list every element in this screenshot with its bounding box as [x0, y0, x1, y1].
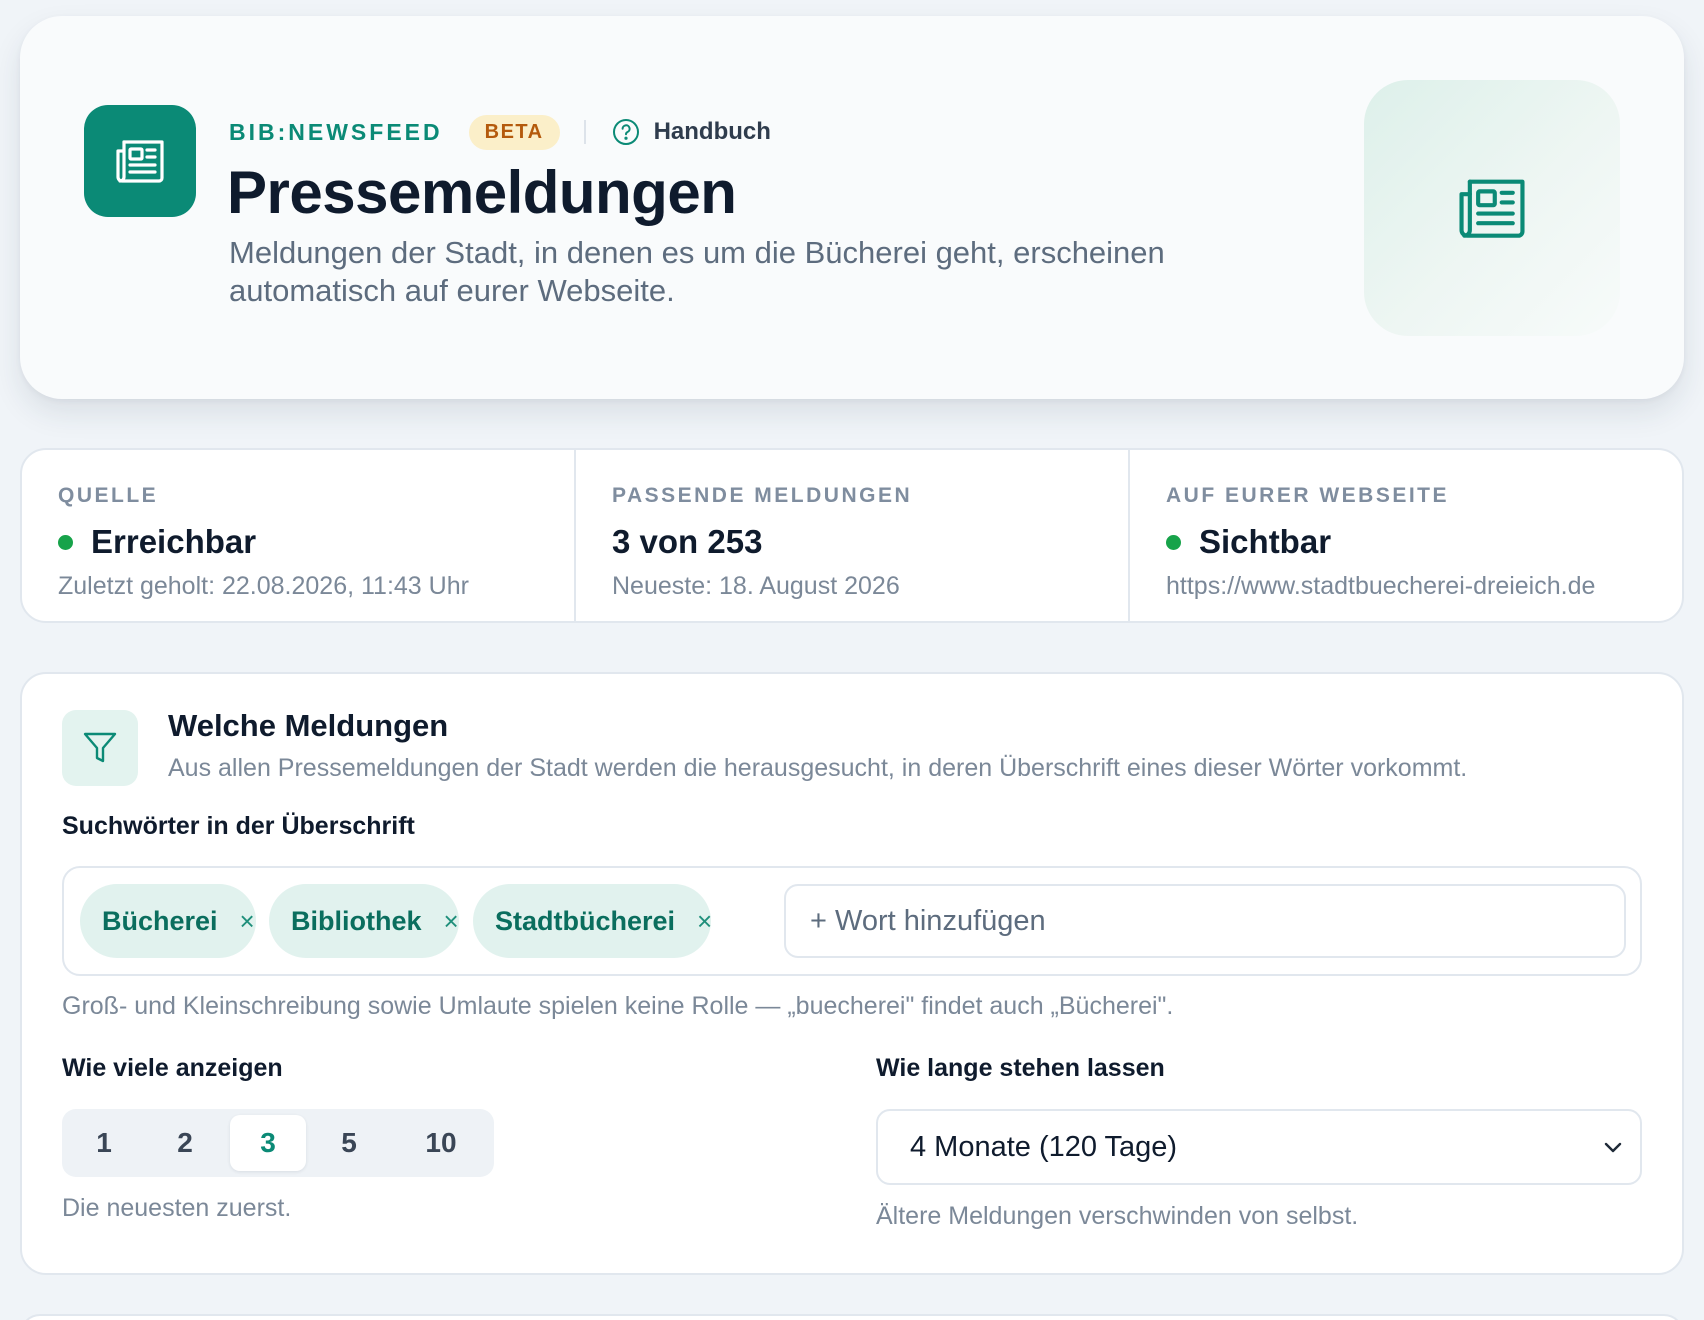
status-dot	[58, 534, 73, 550]
count-option-2[interactable]: 2	[148, 1115, 222, 1171]
page-header: BIB:NEWSFEED BETA Handbuch Pressemeldung…	[20, 16, 1684, 399]
keyword-chip-field: Bücherei × Bibliothek × Stadtbücherei ×	[62, 866, 1642, 976]
stat-label: AUF EURER WEBSEITE	[1166, 484, 1450, 507]
stat-detail: Zuletzt geholt: 22.08.2026, 11:43 Uhr	[58, 572, 469, 600]
count-option-5[interactable]: 5	[312, 1115, 386, 1171]
header-meta: BIB:NEWSFEED BETA Handbuch	[229, 112, 771, 152]
meta-divider	[583, 120, 586, 144]
keyword-chip: Bücherei ×	[80, 884, 256, 958]
remove-keyword-icon[interactable]: ×	[444, 908, 459, 934]
page-subtitle: Meldungen der Stadt, in denen es um die …	[229, 235, 1165, 308]
count-option-10[interactable]: 10	[394, 1115, 488, 1171]
beta-badge: BETA	[468, 114, 560, 150]
newspaper-icon	[1459, 179, 1525, 238]
duration-select[interactable]: 4 Monate (120 Tage)	[876, 1109, 1642, 1185]
newspaper-icon	[116, 140, 164, 183]
count-option-1[interactable]: 1	[68, 1115, 140, 1171]
app-logo	[84, 105, 196, 217]
count-label: Wie viele anzeigen	[62, 1054, 283, 1082]
stat-detail: Neueste: 18. August 2026	[612, 572, 900, 600]
keyword-chip-label: Bücherei	[102, 905, 218, 936]
keywords-hint: Groß- und Kleinschreibung sowie Umlaute …	[62, 992, 1174, 1020]
count-option-3[interactable]: 3	[230, 1115, 306, 1171]
status-summary: QUELLE Erreichbar Zuletzt geholt: 22.08.…	[20, 448, 1684, 623]
keyword-chip: Stadtbücherei ×	[473, 884, 712, 958]
question-circle-icon	[612, 119, 639, 145]
manual-link-label: Handbuch	[653, 118, 771, 145]
website-url[interactable]: https://www.stadtbuecherei-dreieich.de	[1166, 572, 1682, 601]
stat-value: Sichtbar	[1166, 522, 1682, 562]
count-selector: 1 2 3 5 10	[62, 1109, 494, 1177]
remove-keyword-icon[interactable]: ×	[697, 908, 712, 934]
filter-icon	[83, 732, 117, 763]
duration-label: Wie lange stehen lassen	[876, 1054, 1165, 1082]
keyword-chip-label: Stadtbücherei	[495, 905, 676, 936]
filter-settings-card: Welche Meldungen Aus allen Pressemeldung…	[20, 672, 1684, 1275]
stat-value-text: 3 von 253	[612, 523, 763, 560]
add-keyword-input[interactable]	[784, 884, 1626, 958]
stat-value: Erreichbar	[58, 522, 574, 562]
duration-value: 4 Monate (120 Tage)	[910, 1130, 1178, 1163]
stat-source: QUELLE Erreichbar Zuletzt geholt: 22.08.…	[22, 450, 574, 621]
duration-hint: Ältere Meldungen verschwinden von selbst…	[876, 1202, 1359, 1230]
stat-matching: PASSENDE MELDUNGEN 3 von 253 Neueste: 18…	[574, 450, 1128, 621]
keyword-chip: Bibliothek ×	[269, 884, 459, 958]
hero-illustration	[1364, 80, 1620, 336]
section-title: Welche Meldungen	[168, 708, 449, 743]
filter-badge	[62, 710, 138, 786]
keywords-label: Suchwörter in der Überschrift	[62, 812, 415, 840]
stat-value: 3 von 253	[612, 522, 1128, 562]
remove-keyword-icon[interactable]: ×	[240, 908, 255, 934]
stat-value-text: Erreichbar	[91, 523, 257, 560]
stat-label: QUELLE	[58, 484, 159, 507]
count-hint: Die neuesten zuerst.	[62, 1194, 292, 1222]
stat-label: PASSENDE MELDUNGEN	[612, 484, 913, 507]
stat-website: AUF EURER WEBSEITE Sichtbar https://www.…	[1128, 450, 1682, 621]
page-title: Pressemeldungen	[227, 159, 737, 226]
manual-link[interactable]: Handbuch	[612, 118, 771, 146]
stat-value-text: Sichtbar	[1199, 523, 1332, 560]
keyword-chip-label: Bibliothek	[291, 905, 422, 936]
status-dot	[1166, 534, 1181, 550]
chevron-down-icon	[1604, 1142, 1622, 1153]
section-description: Aus allen Pressemeldungen der Stadt werd…	[168, 754, 1468, 782]
brand-name: BIB:NEWSFEED	[229, 118, 443, 145]
next-section-card	[20, 1314, 1684, 1320]
